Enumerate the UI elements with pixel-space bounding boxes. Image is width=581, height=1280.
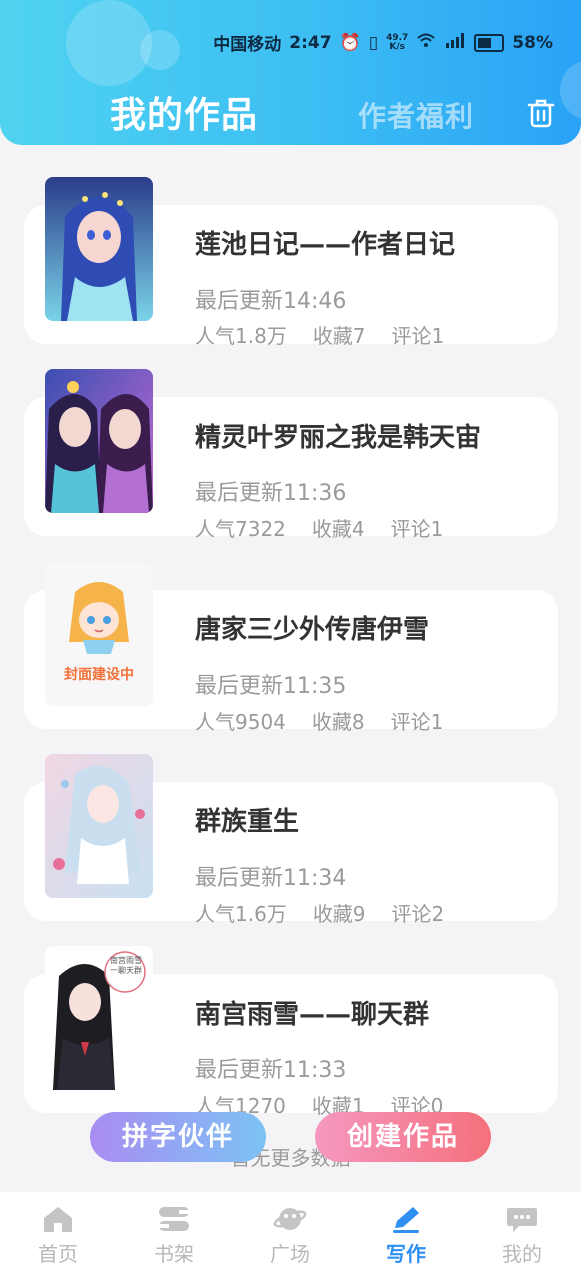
work-updated-time: 最后更新11:35 [195, 674, 347, 699]
work-stats: 人气1.6万 收藏9 评论2 [195, 898, 444, 927]
work-popularity: 人气1.6万 [195, 902, 287, 926]
work-updated-time: 最后更新11:33 [195, 1058, 347, 1083]
work-title[interactable]: 南宫雨雪——聊天群 [195, 994, 429, 1031]
work-title[interactable]: 莲池日记——作者日记 [195, 224, 455, 261]
work-comments: 评论1 [390, 517, 444, 541]
decor-bubble [560, 60, 581, 120]
home-icon [44, 1207, 72, 1232]
status-bar: 中国移动 2:47 ⏰ ▯ 49.7 K/s 58% [213, 30, 553, 56]
app-header: 中国移动 2:47 ⏰ ▯ 49.7 K/s 58% 我的作品 作者福利 [0, 0, 581, 145]
carrier-label: 中国移动 [213, 35, 282, 55]
signal-5g-icon [444, 32, 466, 53]
work-comments: 评论2 [391, 902, 445, 926]
partner-button[interactable]: 拼字伙伴 [90, 1112, 266, 1162]
nav-label: 写作 [386, 1242, 426, 1266]
page-title: 我的作品 [110, 95, 259, 136]
work-favorites: 收藏8 [311, 710, 365, 734]
work-title[interactable]: 群族重生 [195, 801, 299, 838]
work-stats: 人气9504 收藏8 评论1 [195, 706, 443, 735]
work-favorites: 收藏7 [312, 324, 366, 348]
work-cover-image[interactable]: 南宫雨雪一聊天群 [45, 946, 153, 1090]
wifi-icon [416, 32, 436, 53]
nav-item-plaza[interactable]: 广场 [240, 1204, 340, 1267]
work-comments: 评论1 [391, 324, 445, 348]
work-favorites: 收藏4 [311, 517, 365, 541]
trash-icon[interactable] [527, 98, 555, 128]
work-popularity: 人气9504 [195, 710, 286, 734]
alarm-icon: ⏰ [339, 32, 361, 53]
net-speed-unit: K/s [389, 41, 405, 52]
work-cover-image[interactable] [45, 754, 153, 898]
work-cover-image[interactable] [45, 369, 153, 513]
battery-icon [474, 33, 505, 52]
nav-label: 我的 [502, 1242, 542, 1266]
clock: 2:47 [289, 32, 332, 53]
pen-icon [393, 1207, 419, 1233]
work-stats: 人气7322 收藏4 评论1 [195, 513, 443, 542]
battery-percent: 58% [512, 32, 553, 53]
bookshelf-icon [159, 1207, 189, 1231]
create-work-button[interactable]: 创建作品 [315, 1112, 491, 1162]
work-favorites: 收藏9 [312, 902, 366, 926]
nav-label: 首页 [38, 1242, 78, 1266]
decor-bubble [66, 0, 152, 86]
no-more-data-text: 暂无更多数据 [230, 1146, 351, 1170]
chat-bubble-icon [507, 1208, 537, 1232]
nav-label: 书架 [154, 1242, 194, 1266]
work-popularity: 人气7322 [195, 517, 286, 541]
work-cover-image[interactable]: 封面建设中 [45, 562, 153, 706]
vibrate-icon: ▯ [368, 32, 379, 53]
planet-icon [273, 1208, 307, 1230]
bottom-nav: 首页 书架 广场 写作 我的 [0, 1192, 581, 1280]
cover-overlay-text: 南宫雨雪一聊天群 [110, 956, 142, 975]
tab-author-welfare[interactable]: 作者福利 [358, 95, 474, 135]
work-updated-time: 最后更新11:34 [195, 866, 347, 891]
nav-label: 广场 [270, 1242, 310, 1266]
work-updated-time: 最后更新11:36 [195, 481, 347, 506]
nav-item-write[interactable]: 写作 [356, 1204, 456, 1267]
work-comments: 评论1 [390, 710, 444, 734]
work-title[interactable]: 唐家三少外传唐伊雪 [195, 609, 429, 646]
work-updated-time: 最后更新14:46 [195, 289, 347, 314]
work-cover-image[interactable] [45, 177, 153, 321]
decor-bubble [140, 30, 180, 70]
work-popularity: 人气1.8万 [195, 324, 287, 348]
nav-item-home[interactable]: 首页 [8, 1204, 108, 1267]
work-title[interactable]: 精灵叶罗丽之我是韩天宙 [195, 417, 481, 454]
nav-item-mine[interactable]: 我的 [472, 1204, 572, 1267]
nav-item-bookshelf[interactable]: 书架 [124, 1204, 224, 1267]
cover-placeholder-text: 封面建设中 [64, 667, 134, 683]
net-speed: 49.7 K/s [386, 33, 408, 52]
work-stats: 人气1.8万 收藏7 评论1 [195, 320, 444, 349]
